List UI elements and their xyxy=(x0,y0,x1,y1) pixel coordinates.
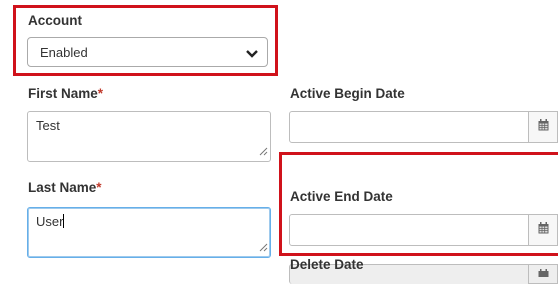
last-name-input[interactable]: User xyxy=(27,207,271,258)
calendar-icon xyxy=(538,221,549,239)
account-selected-value: Enabled xyxy=(40,44,88,60)
first-name-label: First Name* xyxy=(28,86,103,101)
text-cursor xyxy=(63,214,65,228)
active-begin-date-input[interactable] xyxy=(289,111,529,143)
resize-grip-icon[interactable] xyxy=(259,240,268,255)
chevron-down-icon xyxy=(246,47,258,62)
active-begin-date-label: Active Begin Date xyxy=(290,86,405,101)
calendar-icon xyxy=(538,264,549,282)
last-name-label: Last Name* xyxy=(28,180,102,195)
active-end-date-label: Active End Date xyxy=(290,189,393,204)
active-begin-date-calendar-button[interactable] xyxy=(529,111,558,143)
required-marker: * xyxy=(97,86,104,101)
account-label: Account xyxy=(28,13,82,28)
resize-grip-icon[interactable] xyxy=(259,144,268,159)
calendar-icon xyxy=(538,118,549,136)
account-select[interactable]: Enabled xyxy=(27,37,268,67)
delete-date-label: Delete Date xyxy=(290,257,364,272)
active-end-date-calendar-button[interactable] xyxy=(529,214,558,246)
first-name-value: Test xyxy=(36,118,60,133)
first-name-label-text: First Name xyxy=(28,86,98,101)
delete-date-calendar-button xyxy=(529,264,558,284)
first-name-input[interactable]: Test xyxy=(27,111,271,162)
required-marker: * xyxy=(96,180,102,195)
last-name-value: User xyxy=(36,214,64,229)
active-end-date-input[interactable] xyxy=(289,214,529,246)
last-name-label-text: Last Name xyxy=(28,180,97,195)
